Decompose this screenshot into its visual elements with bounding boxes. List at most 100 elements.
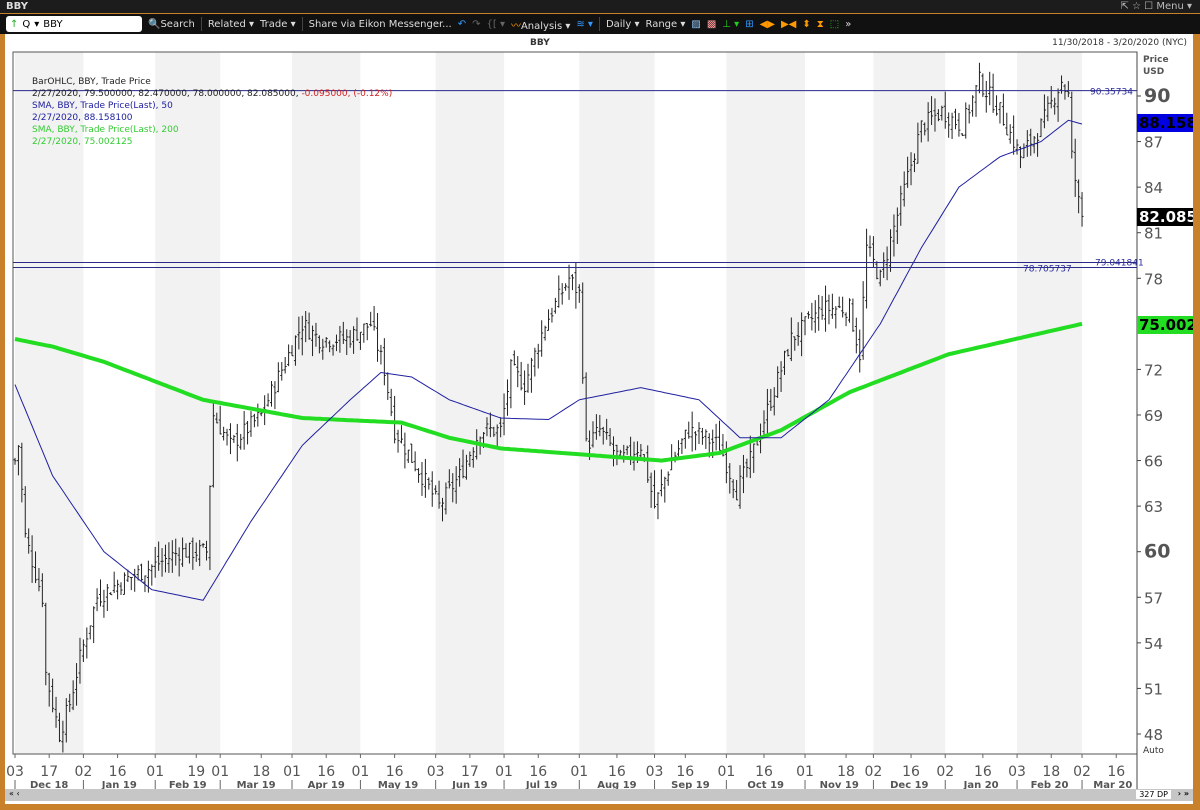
x-tick-label: 16 (386, 764, 404, 780)
scroll-left-icon[interactable]: « ‹ (9, 789, 20, 798)
month-label: Jul 19 (525, 780, 558, 789)
month-label: Aug 19 (597, 780, 636, 789)
chart-legend: BarOHLC, BBY, Trade Price 2/27/2020, 79.… (32, 76, 392, 148)
range-menu[interactable]: Range ▾ (645, 19, 685, 30)
x-tick-label: 16 (676, 764, 694, 780)
month-label: May 19 (378, 780, 418, 789)
x-tick-label: 01 (495, 764, 513, 780)
hline-label-mid1: 79.041841 (1095, 258, 1144, 268)
redo-icon[interactable]: ↷ (472, 19, 480, 30)
x-tick-label: 18 (1042, 764, 1060, 780)
x-tick-label: 16 (608, 764, 626, 780)
interval-menu[interactable]: Daily ▾ (606, 19, 640, 30)
symbol-input[interactable]: ↑ Q ▾ BBY (6, 16, 142, 32)
contract-horizontal-icon[interactable]: ▶◀ (781, 19, 796, 30)
month-stripe (726, 52, 806, 754)
month-label: Dec 19 (890, 780, 928, 789)
month-label: Jan 20 (963, 780, 999, 789)
share-button[interactable]: Share via Eikon Messenger... (309, 19, 452, 30)
contract-vertical-icon[interactable]: ⧗ (817, 19, 824, 30)
template-icon[interactable]: ▩ (707, 19, 716, 30)
chart-type-icon[interactable]: ▨ (691, 19, 700, 30)
chart-panel: BBY 11/30/2018 - 3/20/2020 (NYC) 90.35734… (5, 34, 1193, 804)
month-label: Feb 19 (169, 780, 207, 789)
y-tick-label: 48 (1144, 726, 1163, 744)
y-tick-label: 60 (1144, 541, 1170, 563)
month-label: Feb 20 (1031, 780, 1069, 789)
arrow-up-icon: ↑ (10, 18, 19, 30)
y-tick-label: 63 (1144, 498, 1163, 516)
hline-label-mid2: 78.705737 (1023, 265, 1072, 275)
x-tick-label: 01 (283, 764, 301, 780)
x-tick-label: 17 (461, 764, 479, 780)
analysis-icon: 〰 (510, 20, 521, 32)
menu-button[interactable]: ⇱ ☆ ☐ Menu ▾ (1120, 1, 1192, 12)
hline-label-top: 90.35734 (1090, 88, 1133, 98)
search-q-icon: Q (22, 18, 31, 30)
y-tick-label: 78 (1144, 270, 1163, 288)
y-tick-label: 69 (1144, 407, 1163, 425)
x-tick-label: 17 (40, 764, 58, 780)
search-button[interactable]: 🔍Search (148, 19, 195, 30)
x-tick-label: 16 (902, 764, 920, 780)
x-tick-label: 16 (317, 764, 335, 780)
crosshair-icon[interactable]: ⊥ ▾ (722, 19, 739, 30)
x-tick-label: 18 (837, 764, 855, 780)
x-tick-label: 16 (109, 764, 127, 780)
toolbar: ↑ Q ▾ BBY 🔍Search Related ▾ Trade ▾ Share v… (0, 14, 1200, 34)
x-tick-label: 01 (211, 764, 229, 780)
zoom-box-icon[interactable]: ⊞ (745, 19, 753, 30)
y-tick-label: 51 (1144, 680, 1163, 698)
analysis-menu[interactable]: 〰Analysis ▾ (511, 17, 570, 32)
x-tick-label: 01 (146, 764, 164, 780)
currency-label: USD (1143, 67, 1164, 77)
more-icon[interactable]: » (845, 19, 851, 30)
last-price-tag: 82.085 (1137, 208, 1193, 226)
expand-vertical-icon[interactable]: ⬍ (802, 19, 810, 30)
x-tick-label: 16 (974, 764, 992, 780)
legend-sma50-value: 2/27/2020, 88.158100 (32, 113, 133, 123)
expand-horizontal-icon[interactable]: ◀▶ (760, 19, 775, 30)
horizontal-scrollbar[interactable]: « ‹ 327 DP › » (5, 789, 1193, 801)
bracket-icon[interactable]: {[ ▾ (487, 19, 505, 30)
magnifier-icon: 🔍 (148, 18, 161, 30)
month-label: Mar 19 (237, 780, 276, 789)
trade-menu[interactable]: Trade ▾ (260, 19, 296, 30)
month-label: Jan 19 (101, 780, 137, 789)
overlay-icon[interactable]: ≋ ▾ (576, 19, 593, 30)
datapoint-count: 327 DP (1136, 790, 1171, 799)
related-menu[interactable]: Related ▾ (208, 19, 254, 30)
x-tick-label: 01 (796, 764, 814, 780)
x-tick-label: 19 (187, 764, 205, 780)
chevron-down-icon[interactable]: ▾ (34, 19, 39, 30)
x-tick-label: 03 (1008, 764, 1026, 780)
x-tick-label: 02 (865, 764, 883, 780)
price-axis-label: Price (1143, 55, 1169, 65)
month-label: Dec 18 (30, 780, 68, 789)
scroll-right-icon[interactable]: › » (1178, 789, 1189, 798)
y-tick-label: 54 (1144, 635, 1163, 653)
month-stripe (292, 52, 361, 754)
legend-ohlc-values: 2/27/2020, 79.500000, 82.470000, 78.0000… (32, 89, 393, 99)
undo-icon[interactable]: ↶ (458, 19, 466, 30)
x-tick-label: 16 (529, 764, 547, 780)
x-tick-label: 02 (936, 764, 954, 780)
y-tick-label: 84 (1144, 179, 1163, 197)
x-tick-label: 02 (1073, 764, 1091, 780)
select-icon[interactable]: ⬚ (830, 19, 839, 30)
y-tick-label: 66 (1144, 453, 1163, 471)
y-tick-label: 81 (1144, 225, 1163, 243)
auto-scale-label: Auto (1143, 746, 1164, 756)
month-stripe (1017, 52, 1083, 754)
month-stripe (435, 52, 505, 754)
month-stripe (15, 52, 84, 754)
y-tick-label: 90 (1144, 85, 1170, 107)
month-label: Oct 19 (747, 780, 784, 789)
x-tick-label: 03 (427, 764, 445, 780)
y-tick-label: 57 (1144, 589, 1163, 607)
legend-sma50-title: SMA, BBY, Trade Price(Last), 50 (32, 101, 173, 111)
month-stripe (873, 52, 946, 754)
x-tick-label: 03 (646, 764, 664, 780)
legend-sma200-title: SMA, BBY, Trade Price(Last), 200 (32, 125, 179, 135)
month-label: Apr 19 (308, 780, 345, 789)
